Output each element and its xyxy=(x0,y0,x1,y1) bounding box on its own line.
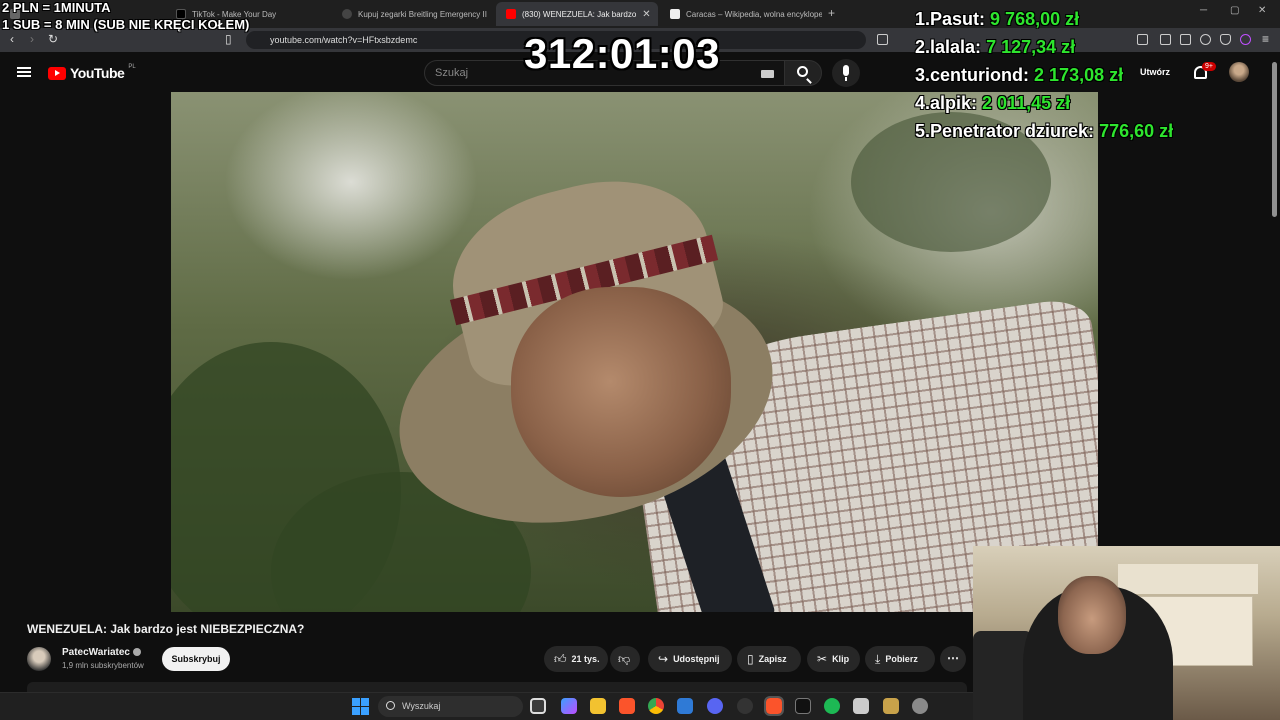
brave-active-icon[interactable] xyxy=(764,696,784,716)
channel-avatar[interactable] xyxy=(27,647,51,671)
cast-icon[interactable] xyxy=(877,34,888,45)
leaderboard-row: 2.lalala: 7 127,34 zł xyxy=(915,37,1076,57)
close-window-icon[interactable]: ✕ xyxy=(1258,5,1266,16)
search-icon xyxy=(797,66,808,77)
keyboard-icon[interactable] xyxy=(761,70,774,78)
copilot-icon[interactable] xyxy=(561,698,577,714)
youtube-logo[interactable]: YouTube PL xyxy=(48,64,136,81)
google-shopping-icon xyxy=(342,9,352,19)
create-button[interactable]: Utwórz xyxy=(1140,67,1170,77)
verified-icon xyxy=(133,648,141,657)
browser-tab-breitling[interactable]: Kupuj zegarki Breitling Emergency II xyxy=(332,2,494,26)
wallet-icon[interactable] xyxy=(1180,34,1191,45)
obs-icon[interactable] xyxy=(737,698,753,714)
vpn-icon[interactable] xyxy=(1200,34,1211,45)
dislike-button[interactable]: 👎︎ xyxy=(610,646,640,672)
minimize-icon[interactable]: ─ xyxy=(1200,5,1207,16)
wikipedia-icon xyxy=(670,9,680,19)
share-button[interactable]: ↪ Udostępnij xyxy=(648,646,732,672)
description-box[interactable] xyxy=(27,682,967,692)
chrome-icon[interactable] xyxy=(648,698,664,714)
bookmark-icon[interactable]: ▯ xyxy=(225,32,232,46)
screen: TikTok - Make Your Day Kupuj zegarki Bre… xyxy=(0,0,1280,720)
channel-subscriber-count: 1,9 mln subskrybentów xyxy=(62,661,144,670)
search-button[interactable] xyxy=(784,60,822,86)
notifications-badge: 9+ xyxy=(1202,62,1216,71)
file-explorer-icon[interactable] xyxy=(590,698,606,714)
search-icon xyxy=(386,701,395,710)
video-title: WENEZUELA: Jak bardzo jest NIEBEZPIECZNA… xyxy=(27,622,305,636)
download-icon: ⤓ xyxy=(875,651,881,666)
more-actions-icon[interactable]: ⋯ xyxy=(940,646,966,672)
thumbs-up-icon: 👍︎ xyxy=(554,651,567,666)
discord-icon[interactable] xyxy=(707,698,723,714)
spotify-icon[interactable] xyxy=(824,698,840,714)
maximize-icon[interactable]: ▢ xyxy=(1230,5,1239,16)
forward-icon[interactable]: › xyxy=(30,32,34,46)
new-tab-icon[interactable]: + xyxy=(828,6,835,20)
guide-menu-icon[interactable] xyxy=(17,67,31,77)
like-button[interactable]: 👍︎ 21 tys. xyxy=(544,646,608,672)
browser-tab-wikipedia[interactable]: Caracas – Wikipedia, wolna encyklopedia xyxy=(660,2,822,26)
subathon-timer: 312:01:03 xyxy=(524,30,720,77)
scrollbar-thumb[interactable] xyxy=(1272,62,1277,217)
settings-gear-icon[interactable] xyxy=(912,698,928,714)
subscribe-button[interactable]: Subskrybuj xyxy=(162,647,230,671)
share-icon: ↪ xyxy=(658,652,669,666)
leaderboard-row: 1.Pasut: 9 768,00 zł xyxy=(915,9,1080,29)
leaderboard-row: 3.centuriond: 2 173,08 zł xyxy=(915,65,1124,85)
menu-icon[interactable]: ≡ xyxy=(1262,32,1269,46)
brave-icon[interactable] xyxy=(619,698,635,714)
youtube-play-icon xyxy=(48,66,66,80)
youtube-icon xyxy=(506,9,516,19)
browser-tab-youtube[interactable]: (830) WENEZUELA: Jak bardzo ✕ xyxy=(496,2,658,26)
league-icon[interactable] xyxy=(883,698,899,714)
muza-icon[interactable] xyxy=(795,698,811,714)
save-button[interactable]: ▯ Zapisz xyxy=(737,646,801,672)
bookmark-save-icon: ▯ xyxy=(747,652,754,666)
video-player[interactable] xyxy=(171,92,1098,612)
streamer-head-shape xyxy=(1058,576,1126,654)
calculator-icon[interactable] xyxy=(853,698,869,714)
close-tab-icon[interactable]: ✕ xyxy=(642,9,650,20)
download-button[interactable]: ⤓ Pobierz xyxy=(865,646,935,672)
windows-start-icon[interactable] xyxy=(352,698,369,715)
subscription-rule-text: 1 SUB = 8 MIN (SUB NIE KRĘCI KOŁEM) xyxy=(2,17,250,32)
leaderboard-row: 5.Penetrator dziurek: 776,60 zł xyxy=(915,121,1174,141)
channel-name[interactable]: PatecWariatec xyxy=(62,647,141,658)
back-icon[interactable]: ‹ xyxy=(10,32,14,46)
store-icon[interactable] xyxy=(677,698,693,714)
clip-button[interactable]: ✂ Klip xyxy=(807,646,860,672)
webcam-overlay xyxy=(973,546,1280,720)
taskbar-search-input[interactable]: Wyszukaj xyxy=(378,696,523,717)
kitchen-shelf-shape xyxy=(1118,564,1258,594)
scissors-icon: ✂ xyxy=(817,652,828,666)
tabs-extension-icon[interactable] xyxy=(1160,34,1171,45)
face-shape xyxy=(511,287,731,497)
account-avatar[interactable] xyxy=(1229,62,1249,82)
shield-icon[interactable] xyxy=(1220,34,1231,45)
reload-icon[interactable]: ↻ xyxy=(48,32,58,46)
leo-ai-icon[interactable] xyxy=(1240,34,1251,45)
leaderboard-row: 4.alpik: 2 011,45 zł xyxy=(915,93,1071,113)
donation-rule-text: 2 PLN = 1MINUTA xyxy=(2,0,111,15)
task-view-icon[interactable] xyxy=(530,698,546,714)
voice-search-button[interactable] xyxy=(832,59,860,87)
thumbs-down-icon: 👎︎ xyxy=(618,651,631,666)
music-extension-icon[interactable] xyxy=(1137,34,1148,45)
